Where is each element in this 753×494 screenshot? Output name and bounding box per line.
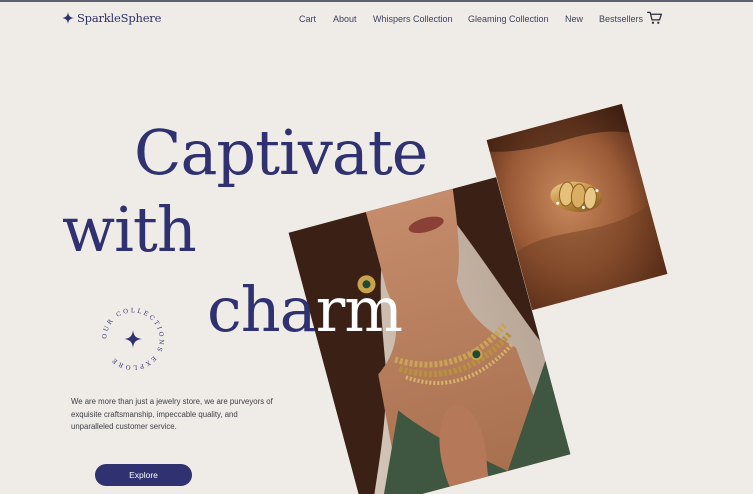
hero-tagline: We are more than just a jewelry store, w… <box>71 397 273 432</box>
nav-gleaming-collection[interactable]: Gleaming Collection <box>468 14 549 24</box>
nav-whispers-collection[interactable]: Whispers Collection <box>373 14 453 24</box>
logo[interactable]: SparkleSphere <box>62 11 161 25</box>
nav-about[interactable]: About <box>333 14 357 24</box>
headline-line-with: with <box>62 193 197 266</box>
nav-new[interactable]: New <box>565 14 583 24</box>
logo-text: SparkleSphere <box>77 11 162 25</box>
headline-charm-light: rm <box>315 273 403 346</box>
nav-cart[interactable]: Cart <box>299 14 316 24</box>
sparkle-icon <box>62 12 74 24</box>
explore-button[interactable]: Explore <box>95 464 192 486</box>
four-point-star-icon <box>124 330 142 348</box>
shopping-cart-icon[interactable] <box>647 11 662 25</box>
site-header: SparkleSphere Cart About Whispers Collec… <box>0 2 753 36</box>
nav-bestsellers[interactable]: Bestsellers <box>599 14 643 24</box>
headline-charm-dark: cha <box>207 273 317 346</box>
headline-line-charm: charm <box>207 279 403 341</box>
explore-collections-badge[interactable]: OUR COLLECTIONS EXPLORE <box>96 302 170 376</box>
headline-line-captivate: Captivate <box>134 116 428 189</box>
